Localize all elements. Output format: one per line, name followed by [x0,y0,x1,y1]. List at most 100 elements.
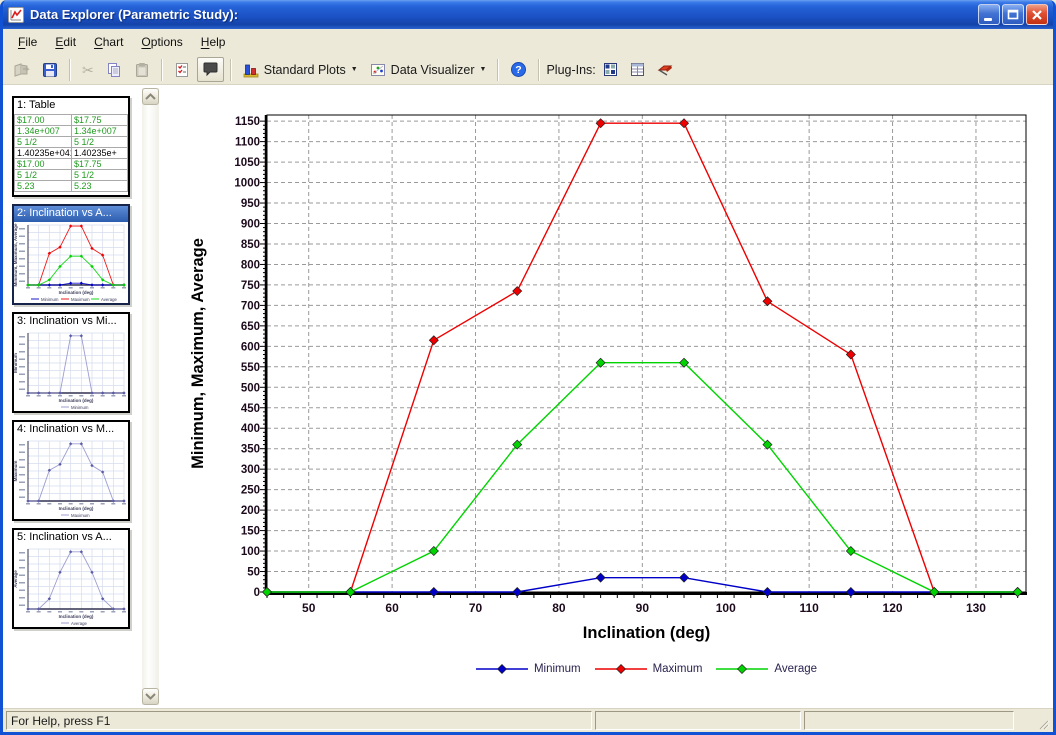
mini-chart: Inclination (deg)MinimumMinimum [14,330,128,411]
legend-label: Average [774,663,817,675]
legend-label: Minimum [534,663,581,675]
x-tick-label: 130 [966,601,986,615]
chevron-down-icon [144,692,157,701]
y-tick-label: 900 [241,219,260,231]
menu-edit[interactable]: Edit [48,32,83,52]
thumbnail-5[interactable]: 5: Inclination vs A...Inclination (deg)A… [12,528,130,629]
thumbnail-title: 2: Inclination vs A... [14,206,128,222]
paste-icon [134,62,150,78]
cut-icon: ✂ [82,63,94,77]
dropdown-arrow-icon: ▼ [480,66,487,73]
plugin-flag-button[interactable] [652,57,679,82]
data-visualizer-icon [370,62,387,78]
window-title: Data Explorer (Parametric Study): [30,7,978,22]
plugins-label: Plug-Ins: [546,63,595,77]
x-tick-label: 60 [385,601,399,615]
copy-button[interactable] [101,57,127,82]
x-tick-label: 120 [883,601,903,615]
paste-button[interactable] [129,57,155,82]
thumbnail-3[interactable]: 3: Inclination vs Mi...Inclination (deg)… [12,312,130,413]
thumbnail-4[interactable]: 4: Inclination vs M...Inclination (deg)M… [12,420,130,521]
resize-grip[interactable] [1036,716,1050,730]
table-row: 1.40235e+0411.40235e+ [15,148,128,159]
data-visualizer-button[interactable]: Data Visualizer▼ [365,57,492,82]
checklist-icon [174,62,190,78]
y-tick-label: 450 [241,403,260,415]
export-icon [13,62,30,78]
legend-item-average: Average [716,663,817,675]
toolbar: ✂ Standard Plots▼ Data Visualizer▼ ? Plu… [3,55,1053,85]
comment-button[interactable] [197,57,224,82]
titlebar: Data Explorer (Parametric Study): [3,0,1053,29]
y-tick-label: 800 [241,259,260,271]
save-button[interactable] [37,57,63,82]
y-tick-label: 50 [247,567,260,579]
x-axis-label: Inclination (deg) [583,624,710,642]
sidebar-scrollbar[interactable] [142,88,159,705]
chart-legend: MinimumMaximumAverage [267,663,1026,675]
y-tick-label: 150 [241,526,260,538]
thumbnail-title: 4: Inclination vs M... [14,422,128,438]
legend-swatch [595,663,647,675]
y-tick-label: 250 [241,485,260,497]
standard-plots-button[interactable]: Standard Plots▼ [238,57,363,82]
toolbar-separator [538,59,540,81]
legend-item-minimum: Minimum [476,663,581,675]
svg-text:Average: Average [71,621,88,626]
main-chart[interactable]: 5060708090100110120130050100150200250300… [163,85,1053,707]
x-tick-label: 50 [302,601,316,615]
status-text: For Help, press F1 [11,714,110,728]
dropdown-arrow-icon: ▼ [351,66,358,73]
thumbnail-1[interactable]: 1: Table$17.00$17.751.34e+0071.34e+0075 … [12,96,130,197]
menu-options[interactable]: Options [134,32,189,52]
svg-text:Inclination (deg): Inclination (deg) [59,506,94,511]
menu-help[interactable]: Help [194,32,233,52]
plugin-flag-icon [657,62,674,77]
x-tick-label: 70 [469,601,483,615]
help-icon: ? [510,61,527,78]
close-button[interactable] [1026,4,1048,25]
toolbar-separator [69,59,71,81]
y-tick-label: 1050 [234,157,260,169]
y-axis-label: Minimum, Maximum, Average [189,238,207,469]
legend-swatch [476,663,528,675]
checklist-button[interactable] [169,57,195,82]
svg-text:Average: Average [101,297,118,302]
thumbnail-title: 1: Table [14,98,128,114]
y-tick-label: 200 [241,505,260,517]
help-button[interactable]: ? [505,57,532,82]
thumbnail-2[interactable]: 2: Inclination vs A...Inclination (deg)M… [12,204,130,305]
export-button[interactable] [8,57,35,82]
y-tick-label: 600 [241,341,260,353]
x-tick-label: 100 [716,601,736,615]
menu-chart[interactable]: Chart [87,32,130,52]
y-tick-label: 100 [241,546,260,558]
mini-table: $17.00$17.751.34e+0071.34e+0075 1/25 1/2… [14,114,128,192]
chevron-up-icon [144,92,157,101]
y-tick-label: 300 [241,464,260,476]
cut-button[interactable]: ✂ [77,57,99,82]
table-row: 5 1/25 1/2 [15,137,128,148]
save-icon [42,62,58,78]
y-tick-label: 650 [241,321,260,333]
scroll-up-button[interactable] [142,88,159,105]
toolbar-separator [230,59,232,81]
sidebar: 1: Table$17.00$17.751.34e+0071.34e+0075 … [3,85,163,708]
menu-file[interactable]: File [11,32,44,52]
svg-text:Average: Average [14,570,18,588]
y-tick-label: 350 [241,444,260,456]
mini-chart: Inclination (deg)MaximumMaximum [14,438,128,519]
table-row: 1.34e+0071.34e+007 [15,126,128,137]
y-tick-label: 400 [241,423,260,435]
maximize-button[interactable] [1002,4,1024,25]
statusbar: For Help, press F1 [3,708,1053,732]
scroll-down-button[interactable] [142,688,159,705]
minimize-button[interactable] [978,4,1000,25]
standard-plots-icon [243,62,260,78]
mini-chart: Inclination (deg)AverageAverage [14,546,128,627]
chart-area: 5060708090100110120130050100150200250300… [163,85,1053,708]
copy-icon [106,62,122,78]
status-panel [595,711,801,730]
plugin-table-button[interactable] [625,57,650,82]
plugin-grid-button[interactable] [598,57,623,82]
